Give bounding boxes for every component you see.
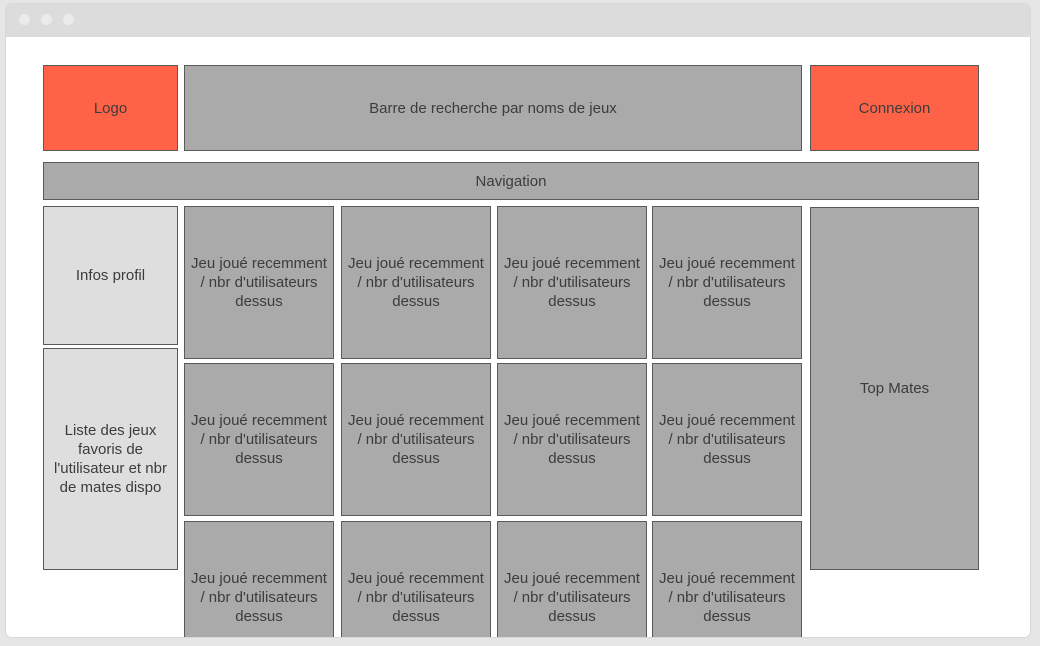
close-window-icon[interactable] <box>19 14 30 25</box>
game-tile[interactable]: Jeu joué recemment / nbr d'utilisateurs … <box>184 363 334 516</box>
search-bar[interactable]: Barre de recherche par noms de jeux <box>184 65 802 151</box>
game-tile[interactable]: Jeu joué recemment / nbr d'utilisateurs … <box>497 206 647 359</box>
game-tile-label: Jeu joué recemment / nbr d'utilisateurs … <box>191 570 327 625</box>
game-tile-label: Jeu joué recemment / nbr d'utilisateurs … <box>348 255 484 310</box>
game-tile-label: Jeu joué recemment / nbr d'utilisateurs … <box>504 412 640 467</box>
browser-window: Logo Barre de recherche par noms de jeux… <box>6 4 1030 637</box>
game-tile[interactable]: Jeu joué recemment / nbr d'utilisateurs … <box>341 521 491 637</box>
top-mates-label: Top Mates <box>859 380 930 397</box>
game-tile-label: Jeu joué recemment / nbr d'utilisateurs … <box>348 570 484 625</box>
game-tile[interactable]: Jeu joué recemment / nbr d'utilisateurs … <box>652 206 802 359</box>
login-button[interactable]: Connexion <box>810 65 979 151</box>
logo-block[interactable]: Logo <box>43 65 178 151</box>
game-tile-label: Jeu joué recemment / nbr d'utilisateurs … <box>191 255 327 310</box>
navigation-label: Navigation <box>475 172 547 190</box>
navigation-bar[interactable]: Navigation <box>43 162 979 200</box>
favorite-games-label: Liste des jeux favoris de l'utilisateur … <box>54 422 167 496</box>
game-tile-label: Jeu joué recemment / nbr d'utilisateurs … <box>348 412 484 467</box>
game-tile[interactable]: Jeu joué recemment / nbr d'utilisateurs … <box>497 363 647 516</box>
favorite-games-panel[interactable]: Liste des jeux favoris de l'utilisateur … <box>43 348 178 570</box>
top-mates-panel[interactable]: Top Mates <box>810 207 979 570</box>
window-titlebar <box>6 4 1030 37</box>
game-tile-label: Jeu joué recemment / nbr d'utilisateurs … <box>659 570 795 625</box>
game-tile-label: Jeu joué recemment / nbr d'utilisateurs … <box>659 412 795 467</box>
search-bar-label: Barre de recherche par noms de jeux <box>369 99 617 117</box>
login-button-label: Connexion <box>858 99 931 117</box>
wireframe-page: Logo Barre de recherche par noms de jeux… <box>6 37 1030 637</box>
logo-label: Logo <box>93 99 128 117</box>
game-tile[interactable]: Jeu joué recemment / nbr d'utilisateurs … <box>652 363 802 516</box>
minimize-window-icon[interactable] <box>41 14 52 25</box>
game-tile-label: Jeu joué recemment / nbr d'utilisateurs … <box>659 255 795 310</box>
game-tile[interactable]: Jeu joué recemment / nbr d'utilisateurs … <box>341 206 491 359</box>
game-tile[interactable]: Jeu joué recemment / nbr d'utilisateurs … <box>184 521 334 637</box>
profile-info-panel[interactable]: Infos profil <box>43 206 178 345</box>
game-tile-label: Jeu joué recemment / nbr d'utilisateurs … <box>191 412 327 467</box>
game-tile-label: Jeu joué recemment / nbr d'utilisateurs … <box>504 570 640 625</box>
game-tile-label: Jeu joué recemment / nbr d'utilisateurs … <box>504 255 640 310</box>
profile-info-label: Infos profil <box>75 267 146 284</box>
maximize-window-icon[interactable] <box>63 14 74 25</box>
game-tile[interactable]: Jeu joué recemment / nbr d'utilisateurs … <box>497 521 647 637</box>
game-tile[interactable]: Jeu joué recemment / nbr d'utilisateurs … <box>184 206 334 359</box>
game-tile[interactable]: Jeu joué recemment / nbr d'utilisateurs … <box>652 521 802 637</box>
game-tile[interactable]: Jeu joué recemment / nbr d'utilisateurs … <box>341 363 491 516</box>
